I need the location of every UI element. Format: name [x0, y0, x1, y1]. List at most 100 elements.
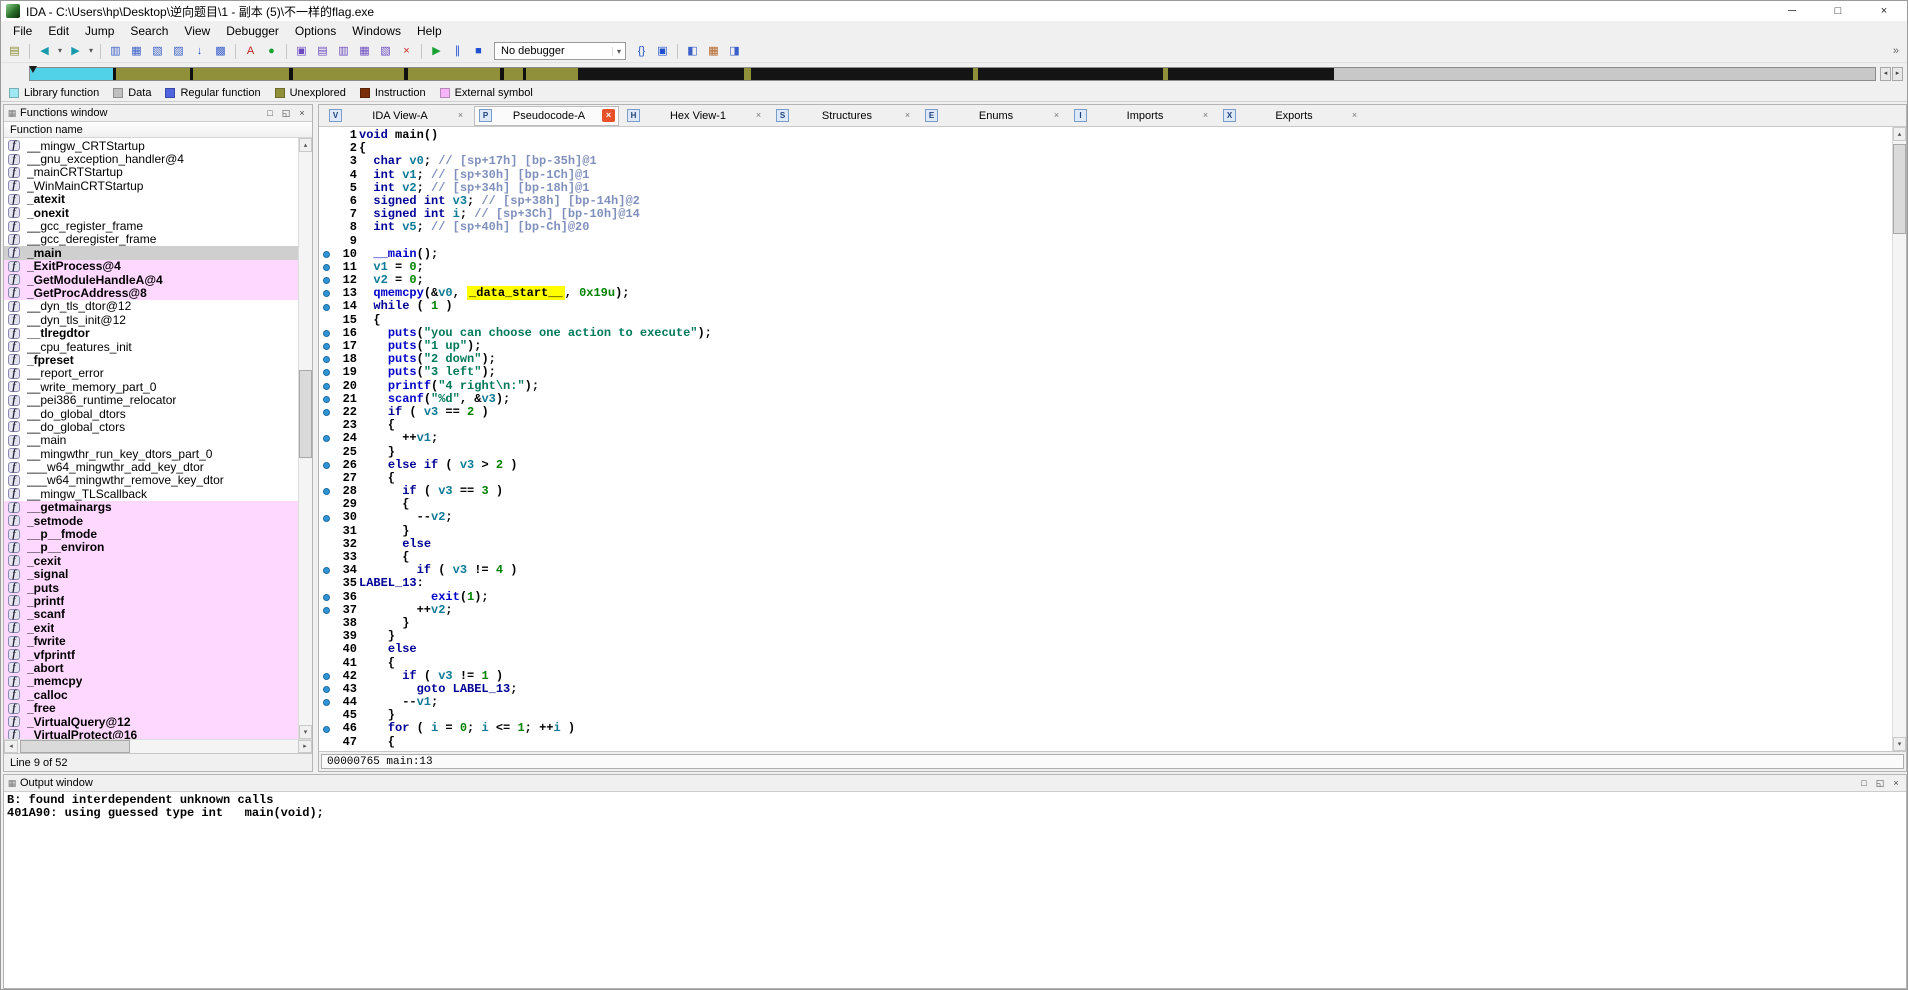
scroll-up-button[interactable]: ▴ [299, 138, 312, 152]
minimize-button[interactable]: ─ [1769, 1, 1815, 21]
function-list-item[interactable]: f _cexit [4, 554, 298, 568]
code-dot-icon[interactable] [323, 672, 330, 680]
options-window-icon[interactable]: ◨ [724, 41, 745, 61]
code-line[interactable]: 16 puts("you can choose one action to ex… [319, 326, 1892, 340]
panel-close-icon[interactable]: × [1888, 778, 1904, 789]
scrollbar-thumb[interactable] [20, 740, 130, 753]
code-dot-icon[interactable] [323, 606, 330, 614]
code-dot-icon[interactable] [323, 567, 330, 575]
code-line[interactable]: 31 } [319, 524, 1892, 538]
tab-close-icon[interactable]: × [1050, 109, 1063, 122]
code-line[interactable]: 33 { [319, 550, 1892, 564]
code-dot-icon[interactable] [323, 369, 330, 377]
code-line[interactable]: 47 { [319, 735, 1892, 749]
breakpoint-gutter[interactable] [319, 356, 334, 364]
code-line[interactable]: 44 --v1; [319, 695, 1892, 709]
open-functions-icon[interactable]: ▧ [375, 41, 396, 61]
function-list-item[interactable]: f _signal [4, 567, 298, 581]
search-text-icon[interactable]: A [240, 41, 261, 61]
breakpoint-gutter[interactable] [319, 514, 334, 522]
jump-xrefs-icon[interactable]: ▩ [210, 41, 231, 61]
nav-forward-menu-icon[interactable]: ▾ [86, 41, 96, 61]
scrollbar-thumb[interactable] [1893, 144, 1906, 234]
function-list-item[interactable]: f __do_global_ctors [4, 420, 298, 434]
code-line[interactable]: 1 void main() [319, 128, 1892, 142]
desktop-icon[interactable]: ▦ [703, 41, 724, 61]
function-list-item[interactable]: f _fwrite [4, 634, 298, 648]
scroll-down-button[interactable]: ▾ [299, 725, 312, 739]
panel-float-icon[interactable]: ◱ [1872, 778, 1888, 789]
nav-forward-icon[interactable]: ▶ [65, 41, 86, 61]
code-dot-icon[interactable] [323, 685, 330, 693]
code-line[interactable]: 27 { [319, 471, 1892, 485]
tab-structures[interactable]: S Structures × [772, 106, 917, 125]
code-dot-icon[interactable] [323, 409, 330, 417]
function-list-item[interactable]: f _abort [4, 661, 298, 675]
code-dot-icon[interactable] [323, 488, 330, 496]
code-dot-icon[interactable] [323, 356, 330, 364]
navband-right-button[interactable]: ▸ [1892, 67, 1903, 81]
code-line[interactable]: 9 [319, 234, 1892, 248]
breakpoint-gutter[interactable] [319, 685, 334, 693]
function-list-item[interactable]: f __gnu_exception_handler@4 [4, 152, 298, 166]
navband-left-button[interactable]: ◂ [1880, 67, 1891, 81]
breakpoint-gutter[interactable] [319, 369, 334, 377]
breakpoint-gutter[interactable] [319, 277, 334, 285]
tab-close-icon[interactable]: × [901, 109, 914, 122]
pseudocode-view[interactable]: 1 void main() 2{3 char v0; // [sp+17h] [bp… [319, 127, 1892, 751]
code-vertical-scrollbar[interactable]: ▴ ▾ [1892, 127, 1906, 751]
tab-close-icon[interactable]: × [602, 109, 615, 122]
tab-hex-view-1[interactable]: H Hex View-1 × [623, 106, 768, 125]
code-line[interactable]: 32 else [319, 537, 1892, 551]
open-structures-icon[interactable]: ▣ [291, 41, 312, 61]
code-line[interactable]: 36 exit(1); [319, 590, 1892, 604]
function-list-item[interactable]: f _fpreset [4, 353, 298, 367]
code-line[interactable]: 39 } [319, 629, 1892, 643]
code-line[interactable]: 43 goto LABEL_13; [319, 682, 1892, 696]
jump-to-function-icon[interactable]: ▧ [147, 41, 168, 61]
breakpoint-gutter[interactable] [319, 606, 334, 614]
search-next-icon[interactable]: ● [261, 41, 282, 61]
stop-process-icon[interactable]: ■ [468, 41, 489, 61]
menu-view[interactable]: View [176, 24, 218, 38]
code-dot-icon[interactable] [323, 395, 330, 403]
decompile-icon[interactable]: {} [631, 41, 652, 61]
function-list-item[interactable]: f _vfprintf [4, 648, 298, 662]
function-list-item[interactable]: f __p__fmode [4, 527, 298, 541]
function-list-item[interactable]: f _calloc [4, 688, 298, 702]
function-list-item[interactable]: f _puts [4, 581, 298, 595]
code-line[interactable]: 25 } [319, 445, 1892, 459]
code-dot-icon[interactable] [323, 290, 330, 298]
code-line[interactable]: 20 printf("4 right\n:"); [319, 379, 1892, 393]
open-segments-icon[interactable]: ▥ [333, 41, 354, 61]
function-name-column-header[interactable]: Function name [4, 122, 312, 138]
windows-toggle-icon[interactable]: ◧ [682, 41, 703, 61]
function-list-item[interactable]: f _mainCRTStartup [4, 165, 298, 179]
function-list-item[interactable]: f ___w64_mingwthr_add_key_dtor [4, 460, 298, 474]
functions-vertical-scrollbar[interactable]: ▴ ▾ [298, 138, 312, 739]
function-list-item[interactable]: f __report_error [4, 366, 298, 380]
menu-jump[interactable]: Jump [77, 24, 122, 38]
breakpoint-gutter[interactable] [319, 303, 334, 311]
breakpoint-gutter[interactable] [319, 329, 334, 337]
function-list-item[interactable]: f __p__environ [4, 540, 298, 554]
code-dot-icon[interactable] [323, 593, 330, 601]
code-dot-icon[interactable] [323, 382, 330, 390]
scroll-down-button[interactable]: ▾ [1893, 737, 1906, 751]
code-line[interactable]: 21 scanf("%d", &v3); [319, 392, 1892, 406]
jump-down-icon[interactable]: ↓ [189, 41, 210, 61]
code-line[interactable]: 40 else [319, 643, 1892, 656]
function-list-item[interactable]: f _WinMainCRTStartup [4, 179, 298, 193]
code-line[interactable]: 29 { [319, 498, 1892, 511]
code-line[interactable]: 13 qmemcpy(&v0, _data_start__, 0x19u); [319, 286, 1892, 301]
navigation-band[interactable] [29, 66, 1876, 81]
scroll-left-button[interactable]: ◂ [4, 740, 18, 753]
function-list-item[interactable]: f __cpu_features_init [4, 340, 298, 354]
tab-close-icon[interactable]: × [1348, 109, 1361, 122]
menu-search[interactable]: Search [122, 24, 176, 38]
function-list-item[interactable]: f _printf [4, 594, 298, 608]
code-dot-icon[interactable] [323, 514, 330, 522]
function-list-item[interactable]: f __dyn_tls_init@12 [4, 313, 298, 327]
breakpoint-gutter[interactable] [319, 593, 334, 601]
menu-file[interactable]: File [5, 24, 40, 38]
